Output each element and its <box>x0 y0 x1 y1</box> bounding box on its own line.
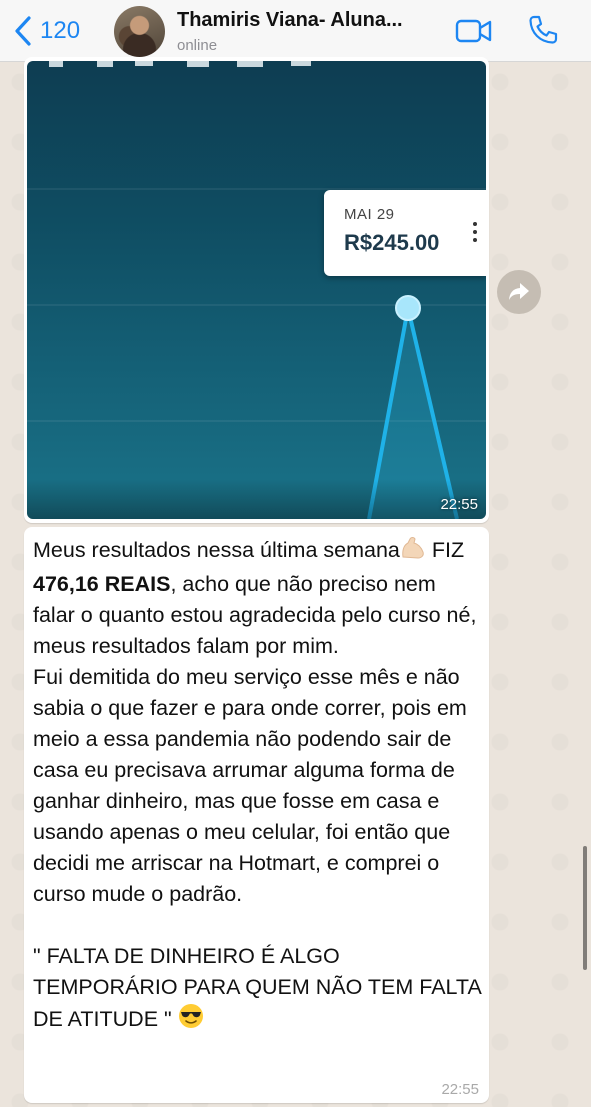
message-paragraph-2: Fui demitida do meu serviço esse mês e n… <box>33 665 467 906</box>
contact-status: online <box>177 37 218 54</box>
tooltip-value: R$245.00 <box>344 230 440 255</box>
video-camera-icon <box>455 19 492 43</box>
unread-count: 120 <box>40 17 81 44</box>
sunglasses-emoji <box>178 1003 204 1038</box>
chat-header: 120 Thamiris Viana- Aluna... online <box>0 0 591 62</box>
chevron-left-icon <box>15 16 31 46</box>
video-call-button[interactable] <box>455 16 493 46</box>
message-paragraph-3: " FALTA DE DINHEIRO É ALGO TEMPORÁRIO PA… <box>33 941 481 1038</box>
text-message-time: 22:55 <box>441 1081 479 1098</box>
earnings-chart-image[interactable]: MAI 29 R$245.00 22:55 <box>27 61 486 519</box>
voice-call-button[interactable] <box>527 14 559 46</box>
tooltip-date: MAI 29 <box>344 206 395 223</box>
text-message[interactable]: Meus resultados nessa última semana FIZ … <box>24 527 489 1103</box>
message-body: Meus resultados nessa última semana FIZ … <box>33 535 481 1038</box>
image-bottom-shade <box>27 479 486 519</box>
message-paragraph-1: Meus resultados nessa última semana FIZ … <box>33 535 481 662</box>
flexed-biceps-emoji <box>400 536 426 569</box>
chart-tooltip: MAI 29 R$245.00 <box>324 190 486 276</box>
contact-avatar[interactable] <box>114 6 165 57</box>
chart-graphic <box>27 61 486 519</box>
amount-bold: 476,16 REAIS <box>33 572 171 596</box>
image-message[interactable]: MAI 29 R$245.00 22:55 <box>24 57 489 523</box>
quote-text: " FALTA DE DINHEIRO É ALGO TEMPORÁRIO PA… <box>33 944 481 1031</box>
back-button[interactable]: 120 <box>12 12 80 50</box>
more-options-icon[interactable] <box>472 222 478 246</box>
contact-name[interactable]: Thamiris Viana- Aluna... <box>177 9 442 32</box>
text-part: FIZ <box>425 538 465 562</box>
scrollbar[interactable] <box>583 846 587 970</box>
image-message-time: 22:55 <box>440 496 478 513</box>
phone-icon <box>529 15 558 44</box>
forward-icon <box>509 283 529 300</box>
text-part: Meus resultados nessa última semana <box>33 538 400 562</box>
forward-button[interactable] <box>497 270 541 314</box>
